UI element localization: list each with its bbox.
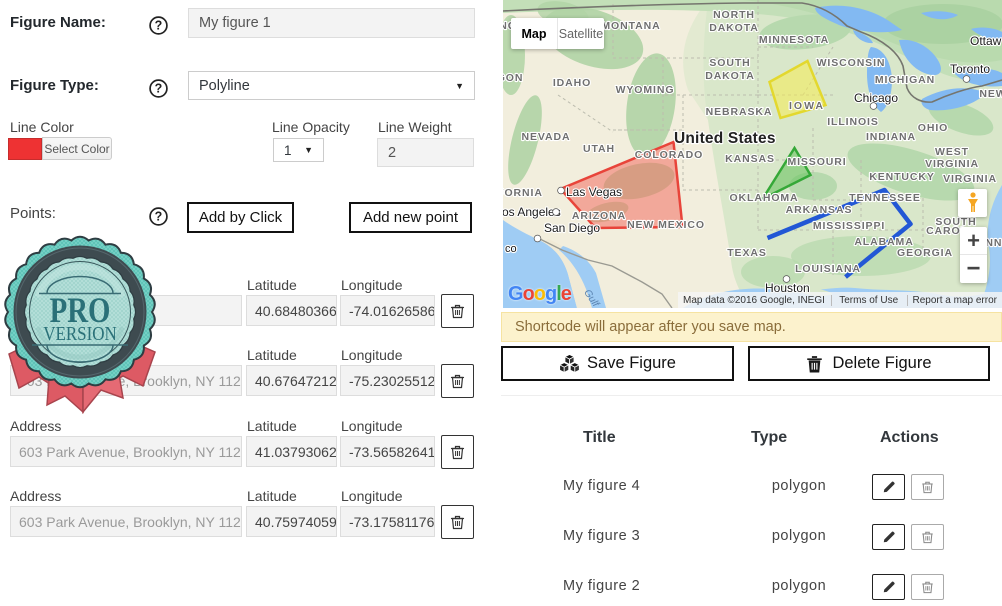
svg-text:ILLINOIS: ILLINOIS [827,116,879,128]
svg-text:NORTH: NORTH [713,9,755,21]
svg-text:LOUISIANA: LOUISIANA [795,263,861,275]
svg-text:VIRGINIA: VIRGINIA [925,158,979,170]
svg-text:KENTUCKY: KENTUCKY [869,171,935,183]
svg-text:?: ? [155,210,163,224]
svg-text:MONTANA: MONTANA [601,20,660,32]
svg-text:OHIO: OHIO [918,122,948,134]
svg-text:NEW: NEW [979,88,1002,100]
svg-text:DAKOTA: DAKOTA [705,70,755,82]
svg-text:Ottaw: Ottaw [970,34,1002,48]
svg-text:TENNESSEE: TENNESSEE [849,192,921,204]
svg-text:Las Vegas: Las Vegas [566,185,622,199]
svg-text:United States: United States [674,130,776,147]
svg-text:NEBRASKA: NEBRASKA [706,106,773,118]
svg-text:Chicago: Chicago [854,91,898,105]
svg-text:IOWA: IOWA [789,100,825,112]
svg-text:COLORADO: COLORADO [635,149,703,161]
svg-text:SOUTH: SOUTH [709,57,750,69]
svg-text:OKLAHOMA: OKLAHOMA [729,192,798,204]
svg-text:MICHIGAN: MICHIGAN [875,74,935,86]
svg-text:ARKANSAS: ARKANSAS [786,204,853,216]
svg-text:co: co [505,243,517,255]
svg-text:NEW MEXICO: NEW MEXICO [627,219,705,231]
svg-text:MINNESOTA: MINNESOTA [759,34,829,46]
svg-text:MISSOURI: MISSOURI [787,156,846,168]
svg-text:UTAH: UTAH [583,143,615,155]
svg-text:?: ? [155,19,163,33]
svg-text:WYOMING: WYOMING [616,84,675,96]
svg-text:NEVADA: NEVADA [522,131,571,143]
svg-text:KANSAS: KANSAS [725,153,775,165]
svg-text:GEORGIA: GEORGIA [897,247,953,259]
svg-text:?: ? [155,82,163,96]
svg-text:MISSISSIPPI: MISSISSIPPI [813,220,885,232]
svg-text:DAKOTA: DAKOTA [709,22,759,34]
svg-text:INDIANA: INDIANA [866,131,916,143]
svg-text:os Angeles: os Angeles [503,205,561,219]
svg-text:IDAHO: IDAHO [553,77,591,89]
svg-text:VIRGINIA: VIRGINIA [943,173,997,185]
svg-text:FORNIA: FORNIA [503,187,543,199]
svg-text:WEST: WEST [935,146,969,158]
svg-text:VERSION: VERSION [43,323,117,346]
svg-text:Toronto: Toronto [950,62,990,76]
svg-text:San Diego: San Diego [544,221,600,235]
svg-text:GON: GON [503,72,523,84]
svg-text:TEXAS: TEXAS [727,247,767,259]
svg-text:WISCONSIN: WISCONSIN [817,57,886,69]
